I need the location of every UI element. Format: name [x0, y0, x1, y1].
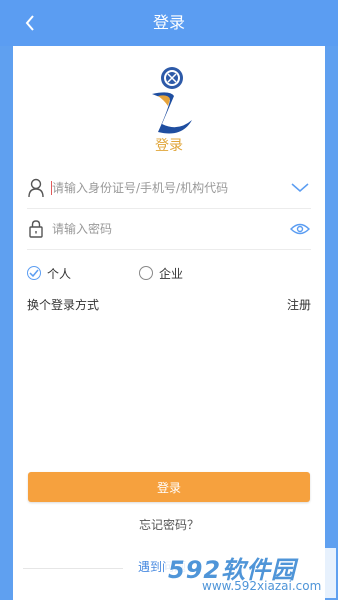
chevron-down-icon: [291, 183, 309, 192]
account-input[interactable]: [52, 178, 272, 198]
app-logo: [152, 67, 192, 134]
login-options-row: 换个登录方式 注册: [27, 296, 311, 314]
app-name: 登录: [155, 138, 183, 154]
user-type-personal-label: 个人: [47, 266, 72, 281]
radio-unchecked-icon: [139, 266, 153, 280]
login-card: 登录 请输入身份证号/手机号/机构代码 个人 企业 换个登录方式 注册 登录 忘…: [13, 46, 325, 600]
watermark-url: www.592xiazai.com: [202, 579, 322, 593]
user-icon: [28, 178, 44, 198]
user-type-personal[interactable]: 个人: [27, 262, 71, 284]
user-type-group: 个人 企业: [27, 262, 311, 284]
password-input[interactable]: [52, 219, 272, 239]
eye-icon: [290, 223, 310, 235]
password-divider: [27, 249, 311, 250]
user-type-enterprise-label: 企业: [159, 266, 184, 281]
login-button[interactable]: 登录: [28, 472, 310, 502]
user-type-enterprise[interactable]: 企业: [139, 262, 183, 284]
account-field: [27, 168, 311, 208]
switch-login-method-link[interactable]: 换个登录方式: [27, 296, 99, 313]
password-field: [27, 209, 311, 249]
bottom-divider: [23, 568, 123, 569]
account-dropdown-button[interactable]: [289, 178, 311, 198]
lock-icon: [29, 220, 43, 238]
forgot-password-link[interactable]: 忘记密码？: [13, 516, 325, 533]
toggle-password-visibility[interactable]: [289, 219, 311, 239]
app-header: 登录: [0, 0, 338, 46]
page-title: 登录: [152, 13, 185, 32]
watermark: 592软件园 www.592xiazai.com: [166, 548, 336, 598]
register-link[interactable]: 注册: [287, 296, 311, 313]
radio-checked-icon: [27, 266, 41, 280]
